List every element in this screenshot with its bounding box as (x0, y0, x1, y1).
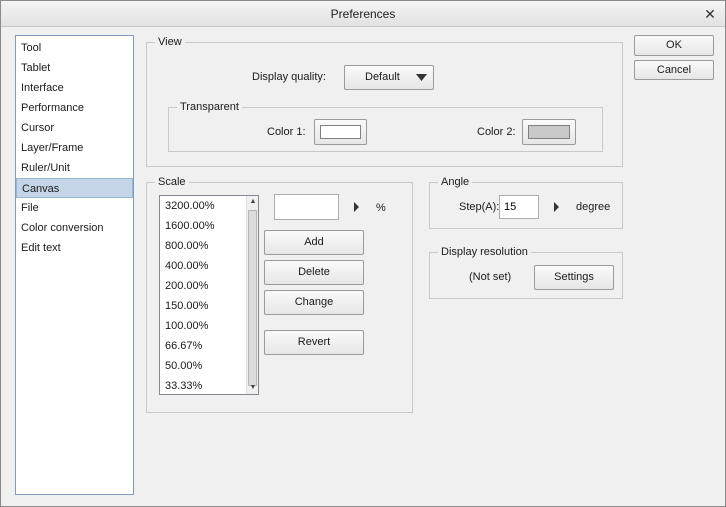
list-item[interactable]: 3200.00% (160, 196, 246, 216)
sidebar-item-file[interactable]: File (16, 198, 133, 218)
angle-unit-label: degree (576, 201, 611, 213)
list-item[interactable]: 66.67% (160, 336, 246, 356)
title-bar: Preferences ✕ (1, 1, 725, 27)
list-item[interactable]: 800.00% (160, 236, 246, 256)
scrollbar-thumb[interactable] (248, 210, 257, 386)
scroll-down-icon[interactable]: ▼ (247, 382, 258, 394)
sidebar-item-performance[interactable]: Performance (16, 98, 133, 118)
scale-value-input[interactable] (274, 194, 339, 220)
sidebar-item-color-conversion[interactable]: Color conversion (16, 218, 133, 238)
list-item[interactable]: 400.00% (160, 256, 246, 276)
cancel-button[interactable]: Cancel (634, 60, 714, 80)
preferences-window: Preferences ✕ Tool Tablet Interface Perf… (0, 0, 726, 507)
sidebar-item-edit-text[interactable]: Edit text (16, 238, 133, 258)
scale-list-scrollbar[interactable]: ▲ ▼ (246, 196, 258, 394)
sidebar-item-tool[interactable]: Tool (16, 38, 133, 58)
list-item[interactable]: 1600.00% (160, 216, 246, 236)
triangle-right-icon[interactable] (354, 202, 359, 212)
view-group-title: View (155, 35, 185, 49)
list-item[interactable]: 150.00% (160, 296, 246, 316)
color1-label: Color 1: (267, 126, 306, 138)
list-item[interactable]: 33.33% (160, 376, 246, 394)
color2-button[interactable] (522, 119, 576, 145)
color1-swatch (320, 125, 361, 139)
display-quality-label: Display quality: (252, 71, 326, 83)
list-item[interactable]: 50.00% (160, 356, 246, 376)
angle-group-title: Angle (438, 175, 473, 189)
scale-unit-label: % (376, 202, 386, 214)
color2-label: Color 2: (477, 126, 516, 138)
revert-button[interactable]: Revert (264, 330, 364, 355)
change-button[interactable]: Change (264, 290, 364, 315)
category-list[interactable]: Tool Tablet Interface Performance Cursor… (15, 35, 134, 495)
triangle-right-icon[interactable] (554, 202, 559, 212)
color1-button[interactable] (314, 119, 367, 145)
settings-button[interactable]: Settings (534, 265, 614, 290)
sidebar-item-tablet[interactable]: Tablet (16, 58, 133, 78)
ok-button[interactable]: OK (634, 35, 714, 56)
sidebar-item-ruler-unit[interactable]: Ruler/Unit (16, 158, 133, 178)
sidebar-item-interface[interactable]: Interface (16, 78, 133, 98)
display-resolution-status: (Not set) (469, 271, 512, 283)
delete-button[interactable]: Delete (264, 260, 364, 285)
sidebar-item-cursor[interactable]: Cursor (16, 118, 133, 138)
color2-swatch (528, 125, 570, 139)
step-label: Step(A): (459, 201, 500, 213)
add-button[interactable]: Add (264, 230, 364, 255)
scale-list[interactable]: 3200.00% 1600.00% 800.00% 400.00% 200.00… (159, 195, 259, 395)
display-quality-dropdown[interactable]: Default (344, 65, 434, 90)
list-item[interactable]: 200.00% (160, 276, 246, 296)
display-quality-value: Default (365, 71, 400, 83)
scroll-up-icon[interactable]: ▲ (247, 196, 258, 208)
list-item[interactable]: 100.00% (160, 316, 246, 336)
chevron-down-icon (416, 74, 427, 81)
display-resolution-title: Display resolution (438, 245, 531, 259)
scale-group-title: Scale (155, 175, 189, 189)
sidebar-item-canvas[interactable]: Canvas (16, 178, 133, 198)
sidebar-item-layer-frame[interactable]: Layer/Frame (16, 138, 133, 158)
close-icon[interactable]: ✕ (701, 5, 719, 23)
angle-step-input[interactable] (499, 195, 539, 219)
transparent-group-title: Transparent (177, 100, 242, 114)
window-title: Preferences (330, 7, 396, 21)
